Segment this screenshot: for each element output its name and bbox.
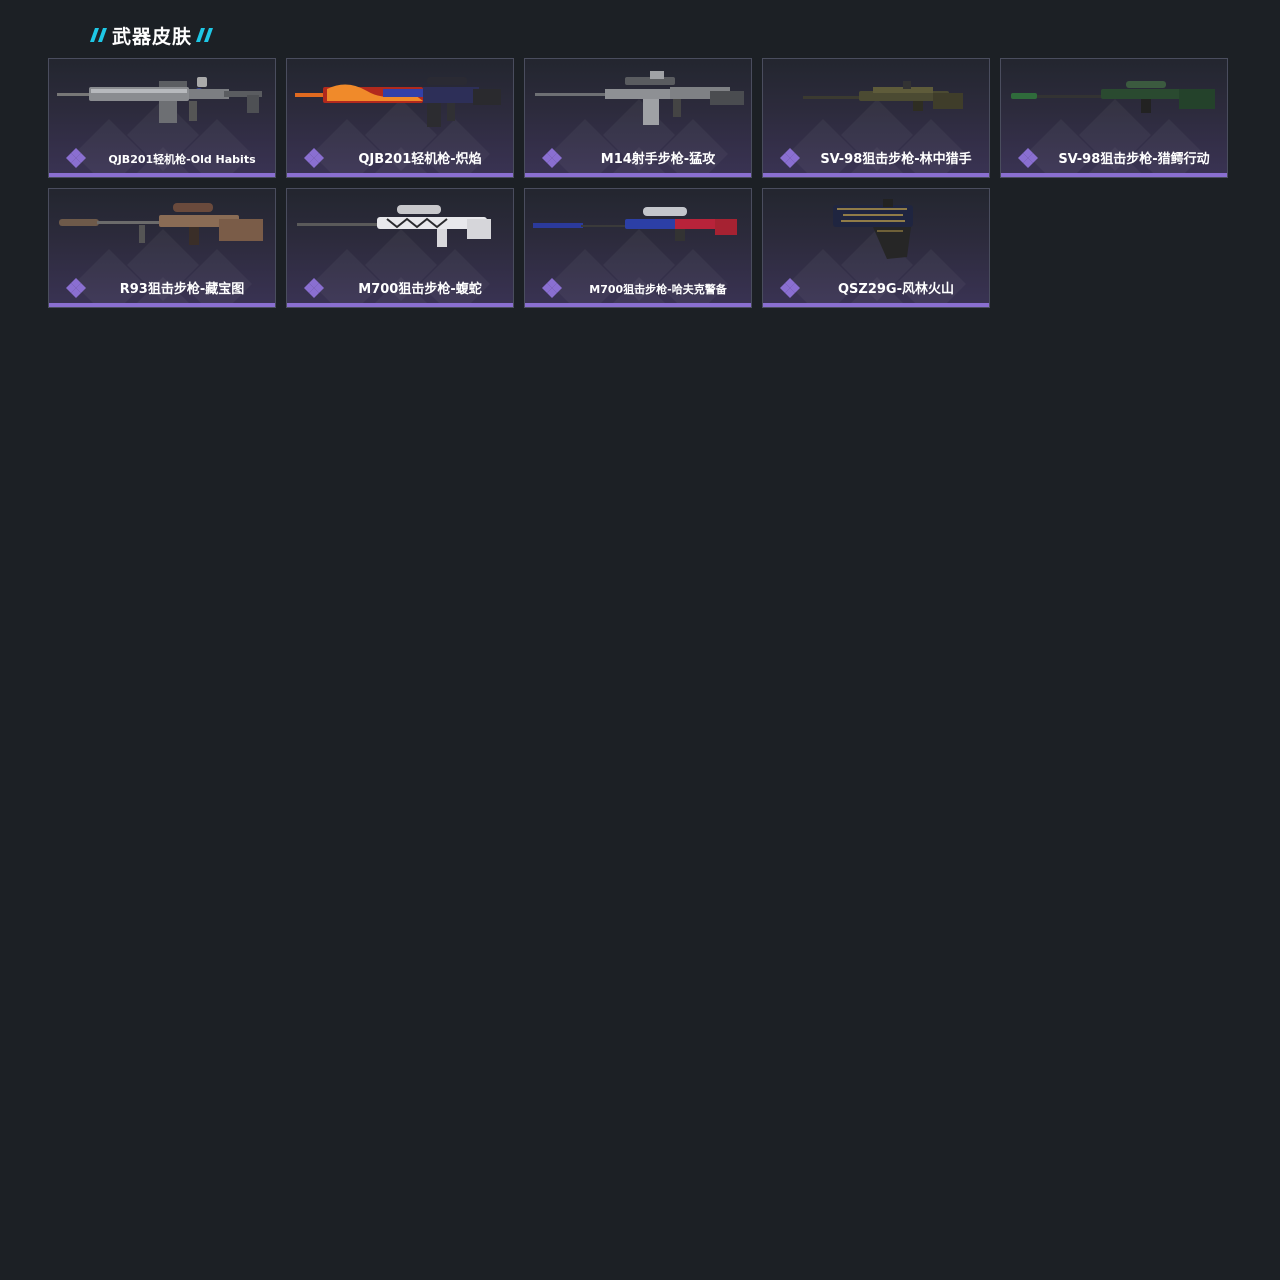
diamond-cluster-icon — [780, 278, 800, 298]
skin-card[interactable]: SV-98狙击步枪-猎鳄行动 — [1000, 58, 1228, 178]
skin-name: QSZ29G-风林火山 — [838, 282, 954, 297]
diamond-cluster-icon — [66, 278, 86, 298]
diamond-cluster-icon — [542, 278, 562, 298]
skin-name: QJB201轻机枪-Old Habits — [108, 153, 256, 166]
skin-name: R93狙击步枪-藏宝图 — [119, 282, 245, 297]
weapon-image — [533, 207, 737, 241]
skin-name: M14射手步枪-猛攻 — [600, 152, 716, 167]
weapon-image — [803, 81, 963, 111]
rarity-bar — [49, 303, 275, 307]
double-slash-icon — [90, 27, 108, 43]
diamond-cluster-icon — [304, 148, 324, 168]
diamond-cluster-icon — [304, 278, 324, 298]
weapon-image — [57, 77, 262, 123]
skin-card[interactable]: SV-98狙击步枪-林中猎手 — [762, 58, 990, 178]
double-slash-icon — [196, 27, 214, 43]
section-header: 武器皮肤 — [90, 21, 214, 49]
weapon-image — [59, 203, 263, 245]
skin-name: QJB201轻机枪-炽焰 — [358, 152, 482, 167]
diamond-cluster-icon — [66, 148, 86, 168]
diamond-cluster-icon — [780, 148, 800, 168]
rarity-bar — [525, 173, 751, 177]
skin-card[interactable]: QJB201轻机枪-Old Habits — [48, 58, 276, 178]
skin-name: SV-98狙击步枪-猎鳄行动 — [1058, 152, 1210, 167]
weapon-image — [1011, 81, 1215, 113]
skin-name: SV-98狙击步枪-林中猎手 — [820, 152, 972, 167]
skin-card[interactable]: M700狙击步枪-蝮蛇 — [286, 188, 514, 308]
weapon-image — [297, 205, 491, 247]
diamond-cluster-icon — [542, 148, 562, 168]
skin-card[interactable]: QJB201轻机枪-炽焰 — [286, 58, 514, 178]
weapon-image — [535, 71, 744, 125]
rarity-bar — [49, 173, 275, 177]
rarity-bar — [763, 303, 989, 307]
rarity-bar — [763, 173, 989, 177]
skin-card[interactable]: M14射手步枪-猛攻 — [524, 58, 752, 178]
weapon-image — [295, 77, 501, 127]
rarity-bar — [287, 303, 513, 307]
weapon-skins-page: 武器皮肤 QJB201轻机枪-Old Habits QJB201轻机枪-炽焰 M… — [0, 0, 1280, 1280]
skin-name: M700狙击步枪-哈夫克警备 — [589, 283, 727, 296]
rarity-bar — [525, 303, 751, 307]
rarity-bar — [287, 173, 513, 177]
rarity-bar — [1001, 173, 1227, 177]
skin-card[interactable]: M700狙击步枪-哈夫克警备 — [524, 188, 752, 308]
skin-card[interactable]: QSZ29G-风林火山 — [762, 188, 990, 308]
section-title: 武器皮肤 — [112, 25, 193, 48]
skin-grid: QJB201轻机枪-Old Habits QJB201轻机枪-炽焰 M14射手步… — [48, 58, 1228, 308]
skin-card[interactable]: R93狙击步枪-藏宝图 — [48, 188, 276, 308]
skin-name: M700狙击步枪-蝮蛇 — [358, 282, 482, 297]
weapon-image — [833, 199, 913, 259]
diamond-cluster-icon — [1018, 148, 1038, 168]
